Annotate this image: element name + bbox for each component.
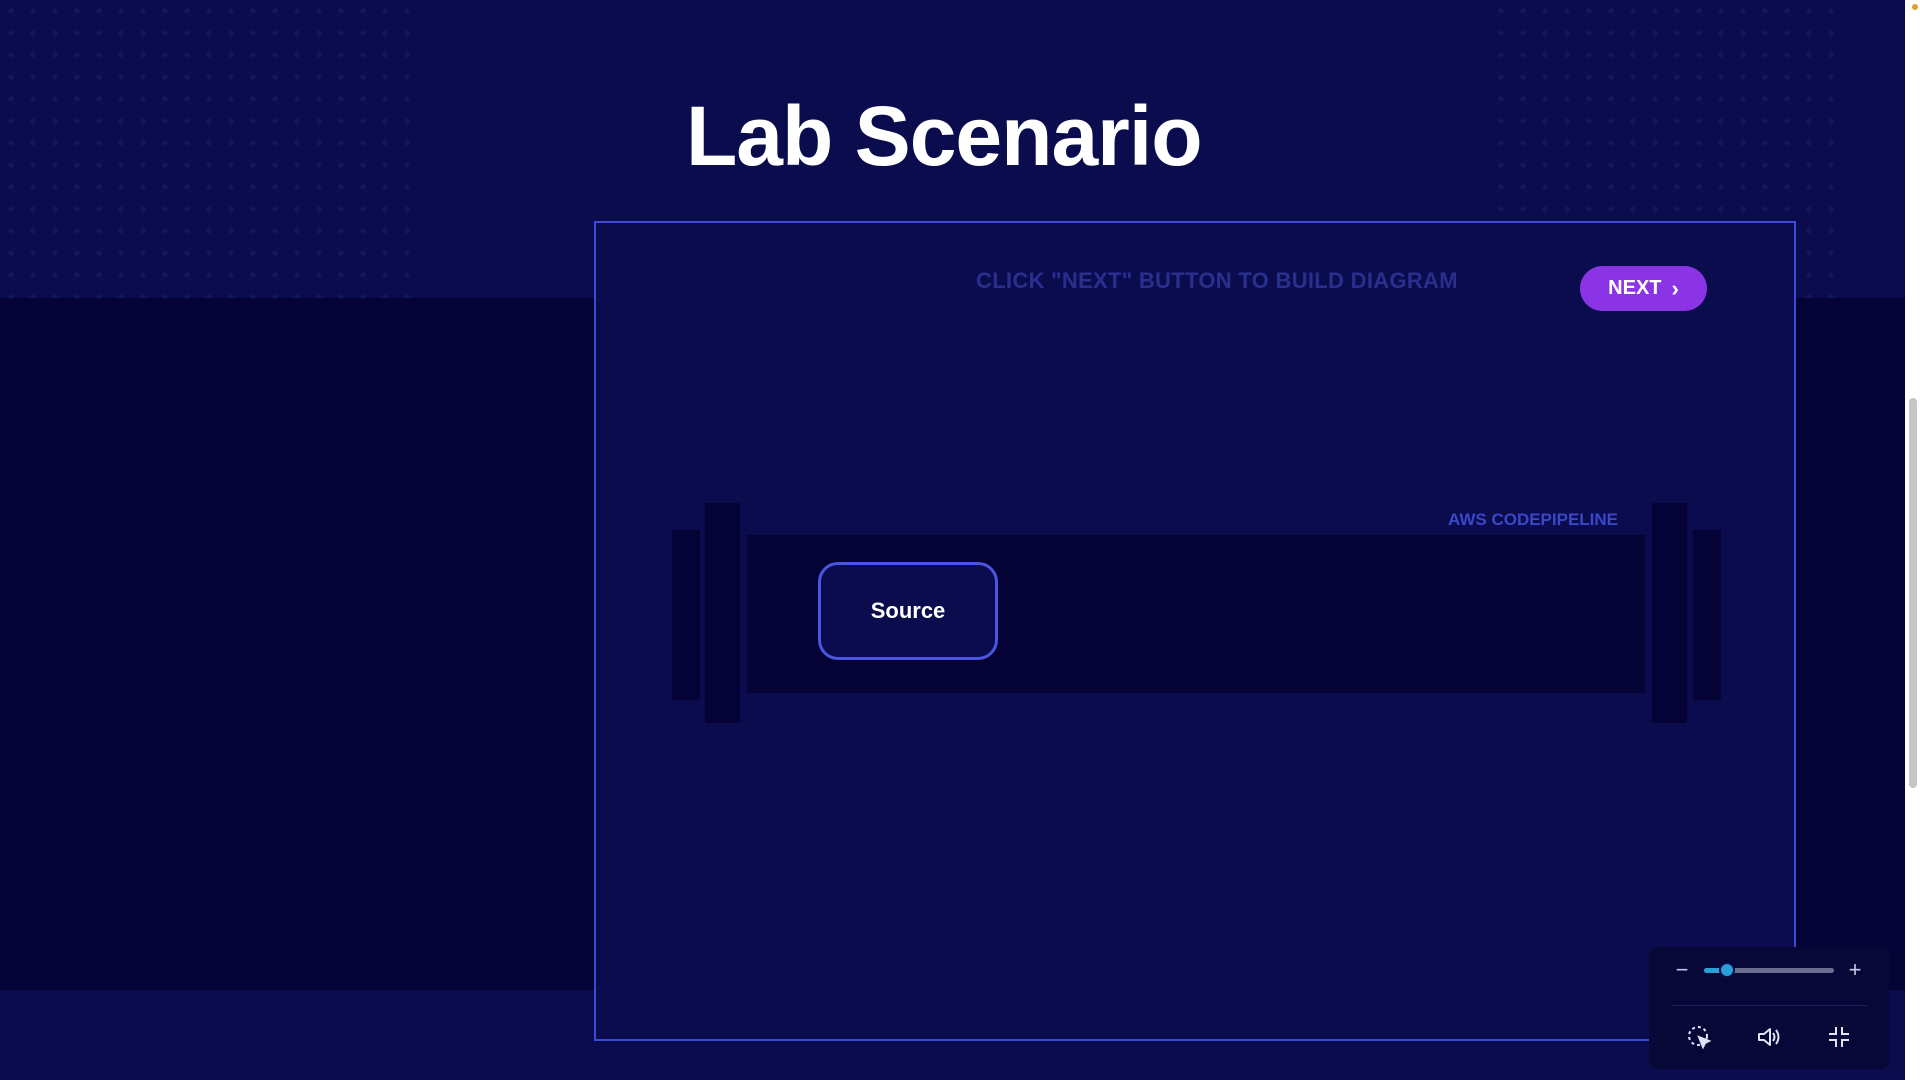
pipeline-label: AWS CODEPIPELINE <box>1448 510 1619 529</box>
collapse-icon[interactable] <box>1825 1023 1853 1051</box>
zoom-slider-knob[interactable] <box>1719 962 1736 978</box>
controls-divider <box>1671 1005 1867 1006</box>
zoom-slider[interactable] <box>1704 962 1834 978</box>
next-button[interactable]: NEXT › <box>1580 266 1707 311</box>
pipeline-right-cap-outer <box>1693 530 1721 700</box>
page-title: Lab Scenario <box>686 89 1203 183</box>
notification-dot <box>1912 4 1918 10</box>
scrollbar-thumb[interactable] <box>1909 398 1917 788</box>
decorative-dots-left <box>0 0 420 300</box>
pipeline-right-cap-inner <box>1652 503 1687 723</box>
cursor-icon[interactable] <box>1685 1023 1713 1051</box>
pipeline-left-cap-outer <box>672 530 700 700</box>
next-button-label: NEXT <box>1608 277 1662 299</box>
lab-scenario-page: Lab Scenario CLICK "NEXT" BUTTON TO BUIL… <box>0 0 1920 1080</box>
zoom-in-button[interactable]: + <box>1844 959 1866 981</box>
instruction-text: CLICK "NEXT" BUTTON TO BUILD DIAGRAM <box>976 268 1458 293</box>
zoom-out-button[interactable]: − <box>1671 959 1693 981</box>
player-controls: − + <box>1649 947 1889 1069</box>
source-stage[interactable]: Source <box>818 562 998 660</box>
scrollbar-track[interactable] <box>1905 0 1920 1080</box>
chevron-right-icon: › <box>1671 275 1679 301</box>
volume-icon[interactable] <box>1755 1023 1783 1051</box>
pipeline-left-cap-inner <box>705 503 740 723</box>
